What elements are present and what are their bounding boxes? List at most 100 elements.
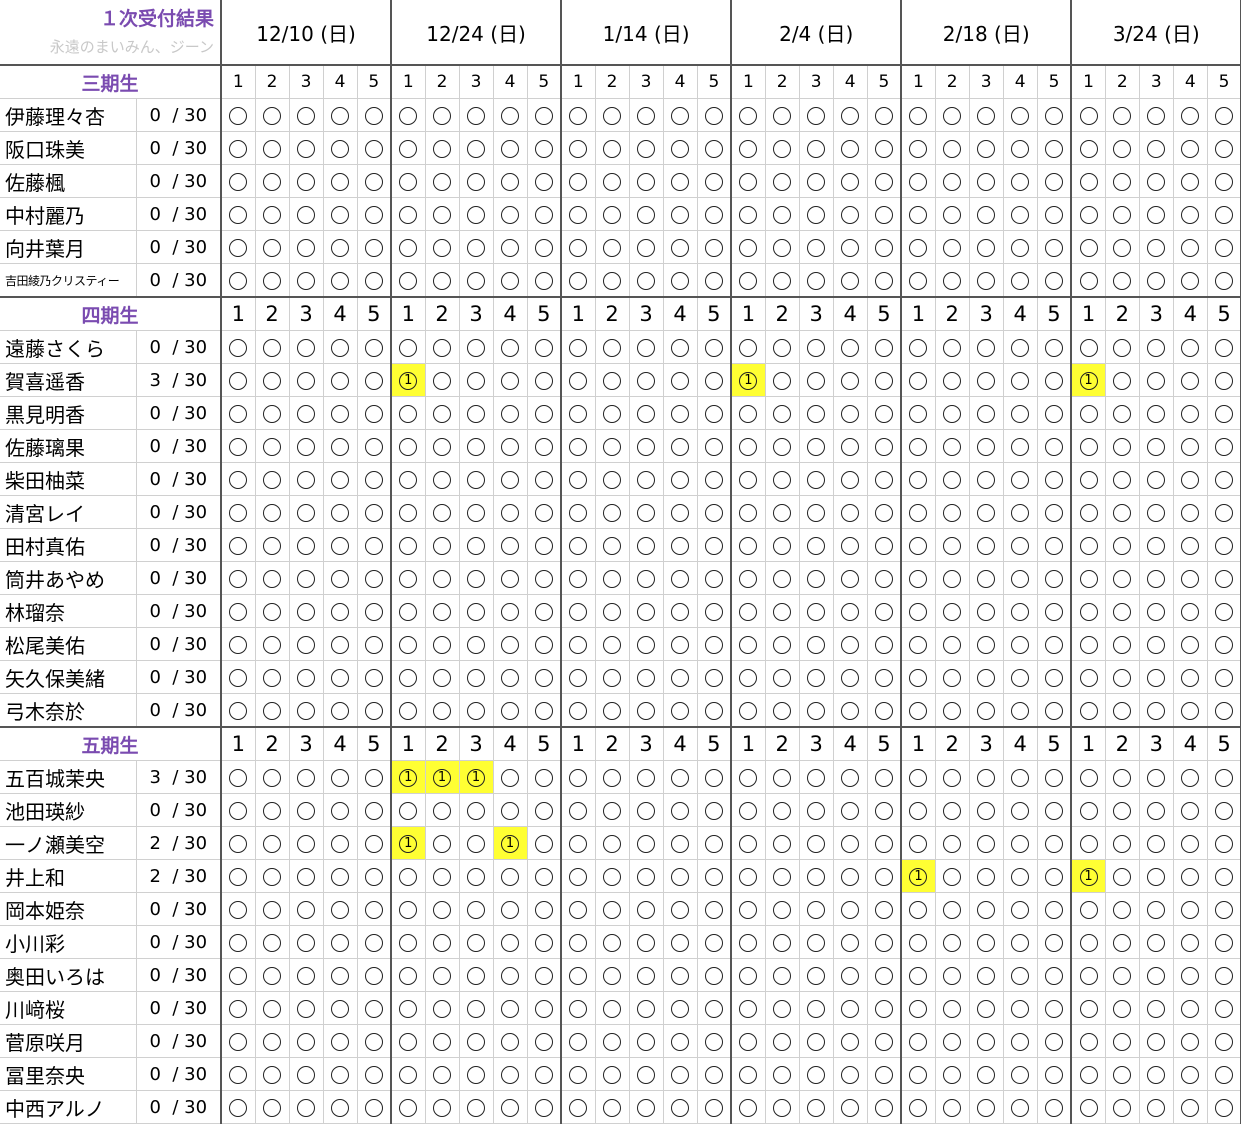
empty-circle-icon <box>671 371 690 390</box>
generation-header-row: 四期生 1 2 3 4 5 1 2 3 4 5 1 2 3 4 5 1 2 3 4 5 1 2 3 4 5 1 2 3 4 5 <box>0 296 1241 331</box>
empty-circle-icon <box>399 536 418 555</box>
slot-cell <box>1173 197 1208 231</box>
empty-circle-icon <box>943 569 962 588</box>
empty-circle-icon <box>841 437 860 456</box>
empty-circle-icon <box>874 966 893 985</box>
empty-circle-icon <box>773 404 792 423</box>
slot-cell <box>561 1057 596 1091</box>
slot-cell <box>629 958 664 992</box>
empty-circle-icon <box>671 834 690 853</box>
slot-cell <box>561 693 596 728</box>
slot-cell <box>799 760 834 794</box>
generation-header-row: 三期生 1 2 3 4 5 1 2 3 4 5 1 2 3 4 5 1 2 3 4 5 1 2 3 4 5 1 2 3 4 5 <box>0 64 1241 99</box>
empty-circle-icon <box>1113 106 1132 125</box>
empty-circle-icon <box>807 602 826 621</box>
member-name: 中西アルノ <box>0 1090 137 1124</box>
empty-circle-icon <box>297 1098 315 1117</box>
empty-circle-icon <box>1215 139 1234 158</box>
empty-circle-icon <box>773 966 792 985</box>
empty-circle-icon <box>501 106 520 125</box>
empty-circle-icon <box>704 1032 723 1051</box>
slot-cell <box>1139 230 1174 264</box>
empty-circle-icon <box>637 900 656 919</box>
empty-circle-icon <box>841 867 860 886</box>
empty-circle-icon <box>501 933 520 952</box>
slot-cell <box>1105 98 1140 132</box>
score-value: 0 <box>149 435 161 457</box>
slot-cell <box>1071 131 1106 165</box>
generation-label: 三期生 <box>0 64 222 99</box>
slot-cell <box>867 131 903 165</box>
slot-cell <box>527 164 563 198</box>
member-row: 清宮レイ 0 / 30 <box>0 495 1241 529</box>
slot-cell <box>1003 197 1038 231</box>
member-row: 矢久保美緒 0 / 30 <box>0 660 1241 694</box>
slot-cell <box>527 660 563 694</box>
slot-number: 2 <box>255 726 290 761</box>
slot-cell <box>1071 396 1106 430</box>
slot-number: 4 <box>833 726 868 761</box>
slot-number: 5 <box>697 296 733 331</box>
slot-cell <box>901 164 936 198</box>
slot-cell <box>731 826 766 860</box>
slot-cell <box>391 462 426 496</box>
empty-circle-icon <box>1079 900 1098 919</box>
empty-circle-icon <box>569 701 588 720</box>
empty-circle-icon <box>704 437 723 456</box>
empty-circle-icon <box>1181 1065 1200 1084</box>
slot-cell <box>357 892 393 926</box>
empty-circle-icon <box>1215 1032 1234 1051</box>
empty-circle-icon <box>569 999 588 1018</box>
empty-circle-icon <box>1079 933 1098 952</box>
slot-cell <box>255 760 290 794</box>
empty-circle-icon <box>874 1098 893 1117</box>
empty-circle-icon <box>603 900 622 919</box>
slot-cell <box>935 958 970 992</box>
slot-cell <box>425 1024 460 1058</box>
slot-number: 5 <box>357 296 393 331</box>
slot-cell <box>255 991 290 1025</box>
empty-circle-icon <box>263 602 281 621</box>
slot-cell <box>833 528 868 562</box>
slot-cell <box>1003 1090 1038 1124</box>
member-name: 田村真佑 <box>0 528 137 562</box>
empty-circle-icon <box>841 371 860 390</box>
member-score: 0 / 30 <box>136 164 222 198</box>
slot-cell <box>425 462 460 496</box>
empty-circle-icon <box>739 900 758 919</box>
empty-circle-icon <box>773 867 792 886</box>
empty-circle-icon <box>671 999 690 1018</box>
slot-cell <box>833 164 868 198</box>
empty-circle-icon <box>534 966 553 985</box>
slot-cell <box>1105 1090 1140 1124</box>
slot-cell <box>493 263 528 298</box>
slot-cell <box>289 958 324 992</box>
slot-cell <box>765 98 800 132</box>
empty-circle-icon <box>1011 801 1030 820</box>
slot-cell <box>765 263 800 298</box>
slot-cell <box>901 528 936 562</box>
slot-number: 1 <box>561 296 596 331</box>
slot-cell <box>1207 1024 1241 1058</box>
slot-cell <box>425 363 460 397</box>
slot-cell <box>221 991 256 1025</box>
slot-number: 5 <box>527 726 563 761</box>
slot-cell <box>323 131 358 165</box>
slot-cell <box>221 627 256 661</box>
empty-circle-icon <box>603 834 622 853</box>
member-score: 0 / 30 <box>136 528 222 562</box>
slot-number: 5 <box>697 64 733 99</box>
empty-circle-icon <box>433 404 452 423</box>
slot-number: 2 <box>935 64 970 99</box>
slot-cell <box>663 230 698 264</box>
empty-circle-icon <box>909 999 928 1018</box>
empty-circle-icon <box>1215 867 1234 886</box>
empty-circle-icon <box>467 536 486 555</box>
slot-cell <box>255 363 290 397</box>
slot-cell <box>799 627 834 661</box>
slot-cell <box>323 561 358 595</box>
empty-circle-icon <box>534 139 553 158</box>
member-score: 3 / 30 <box>136 363 222 397</box>
score-total: / 30 <box>172 203 208 225</box>
empty-circle-icon <box>433 338 452 357</box>
